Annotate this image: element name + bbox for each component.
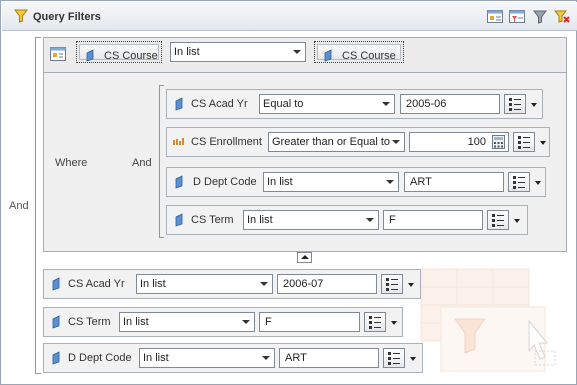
- chevron-down-icon: [262, 356, 270, 360]
- inner-bracket: [159, 85, 164, 238]
- add-subquery-icon[interactable]: [508, 8, 526, 25]
- filter-field-label: CS Acad Yr: [191, 98, 248, 110]
- value-list-button[interactable]: [513, 132, 535, 152]
- filter-row: D Dept Code In list ART: [166, 167, 546, 197]
- query-filters-panel: Query Filters And CS Course In list CS C…: [0, 0, 577, 385]
- value-input[interactable]: ART: [279, 348, 379, 368]
- filter-row: CS Enrollment Greater than or Equal to 1…: [166, 127, 550, 157]
- value-input[interactable]: F: [259, 312, 360, 332]
- value-list-button[interactable]: [383, 348, 405, 368]
- chevron-down-icon: [242, 320, 250, 324]
- chevron-down-icon[interactable]: [540, 141, 546, 145]
- filter-field-label: CS Acad Yr: [68, 278, 125, 290]
- value-input[interactable]: F: [383, 210, 483, 230]
- filter-field-label: CS Enrollment: [191, 136, 262, 148]
- filter-field-label: D Dept Code: [68, 352, 132, 364]
- value-list-button[interactable]: [508, 172, 530, 192]
- outer-bracket: [35, 37, 41, 374]
- clear-filters-icon[interactable]: [553, 8, 571, 25]
- group-operator-select[interactable]: In list: [170, 42, 306, 62]
- value-list-icon: [369, 316, 381, 329]
- filter-row: CS Term In list F: [43, 307, 403, 337]
- group-left-field[interactable]: CS Course: [76, 41, 162, 63]
- inner-operator-label[interactable]: And: [132, 157, 152, 169]
- dimension-object-icon: [324, 49, 332, 62]
- value-list-icon: [509, 98, 521, 111]
- outer-operator-label[interactable]: And: [9, 200, 29, 212]
- add-filter-icon[interactable]: [486, 8, 504, 25]
- operator-select[interactable]: In list: [263, 172, 399, 192]
- dimension-object-icon: [52, 351, 60, 365]
- calculator-icon[interactable]: [492, 135, 505, 149]
- chevron-down-icon[interactable]: [391, 321, 397, 325]
- group-header: CS Course In list CS Course: [43, 37, 567, 73]
- filter-icon[interactable]: [531, 8, 549, 25]
- dimension-object-icon: [52, 277, 60, 291]
- chevron-down-icon: [382, 102, 390, 106]
- chevron-down-icon[interactable]: [408, 283, 414, 287]
- collapse-group-button[interactable]: [297, 252, 312, 263]
- value-list-icon: [386, 278, 398, 291]
- chevron-down-icon[interactable]: [410, 357, 416, 361]
- subquery-icon[interactable]: [50, 47, 66, 63]
- operator-select[interactable]: In list: [139, 348, 275, 368]
- filter-field-label: D Dept Code: [193, 176, 257, 188]
- filter-row: CS Acad Yr Equal to 2005-06: [166, 89, 543, 119]
- field-label: CS Course: [342, 50, 396, 62]
- chevron-down-icon[interactable]: [531, 103, 537, 107]
- value-input[interactable]: ART: [404, 172, 504, 192]
- value-list-icon: [492, 214, 504, 227]
- field-label: CS Course: [104, 50, 158, 62]
- dimension-object-icon: [175, 97, 183, 111]
- filter-row: D Dept Code In list ART: [43, 343, 423, 373]
- chevron-down-icon[interactable]: [514, 219, 520, 223]
- panel-titlebar: Query Filters: [2, 2, 577, 31]
- value-list-button[interactable]: [487, 210, 509, 230]
- dimension-object-icon: [86, 49, 94, 62]
- chevron-down-icon: [260, 282, 268, 286]
- filter-row: CS Term In list F: [166, 205, 528, 235]
- chevron-down-icon: [386, 180, 394, 184]
- filter-field-label: CS Term: [191, 214, 234, 226]
- operator-select[interactable]: Greater than or Equal to: [268, 132, 405, 152]
- value-list-icon: [388, 352, 400, 365]
- where-label: Where: [55, 157, 88, 169]
- dimension-object-icon: [175, 213, 183, 227]
- operator-select[interactable]: In list: [136, 274, 273, 294]
- panel-title: Query Filters: [33, 11, 101, 23]
- value-list-button[interactable]: [381, 274, 403, 294]
- value-list-button[interactable]: [364, 312, 386, 332]
- chevron-down-icon: [293, 50, 301, 54]
- value-list-icon: [518, 136, 530, 149]
- filter-field-label: CS Term: [68, 316, 111, 328]
- chevron-down-icon[interactable]: [535, 181, 541, 185]
- value-input[interactable]: 100: [409, 132, 509, 152]
- operator-select[interactable]: In list: [119, 312, 255, 332]
- value-input[interactable]: 2005-06: [400, 94, 500, 114]
- value-input[interactable]: 2006-07: [277, 274, 377, 294]
- measure-object-icon: [173, 138, 184, 145]
- chevron-down-icon: [392, 140, 400, 144]
- dimension-object-icon: [175, 175, 183, 189]
- query-filter-watermark-icon: [420, 268, 556, 372]
- funnel-icon: [14, 9, 28, 23]
- chevron-down-icon: [366, 218, 374, 222]
- value-list-icon: [513, 176, 525, 189]
- value-list-button[interactable]: [504, 94, 526, 114]
- dimension-object-icon: [52, 315, 60, 329]
- operator-select[interactable]: In list: [243, 210, 379, 230]
- filter-row: CS Acad Yr In list 2006-07: [43, 269, 421, 299]
- operator-select[interactable]: Equal to: [259, 94, 395, 114]
- group-right-field[interactable]: CS Course: [314, 41, 404, 63]
